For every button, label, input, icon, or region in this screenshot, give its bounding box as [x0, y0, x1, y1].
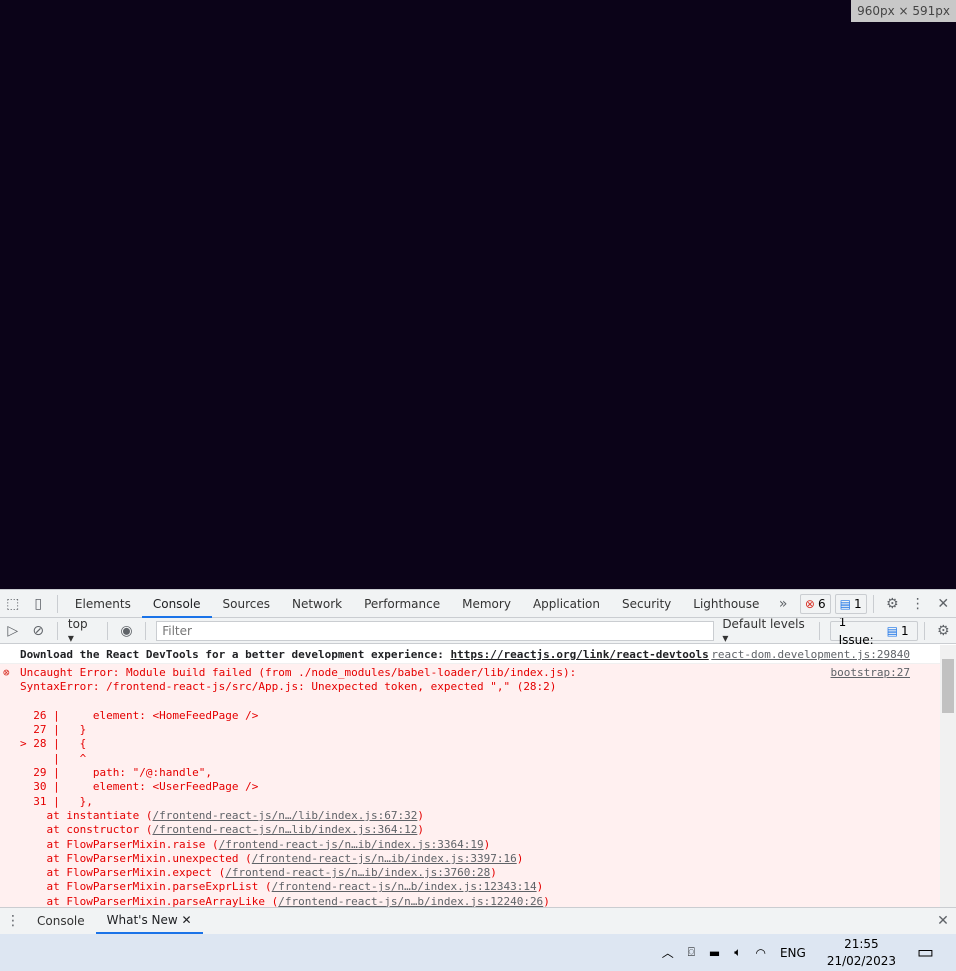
- errors-badge[interactable]: ⊗ 6: [799, 593, 831, 614]
- more-tabs-icon[interactable]: »: [770, 596, 795, 612]
- code-frame-line: [0, 695, 940, 709]
- error-line: SyntaxError: /frontend-react-js/src/App.…: [20, 680, 557, 694]
- console-toolbar: ▷ ⊘ top ▾ ◉ Default levels ▾ 1 Issue:▤1 …: [0, 615, 956, 647]
- volume-icon[interactable]: 🔈︎: [734, 945, 741, 960]
- messages-badge[interactable]: ▤ 1: [834, 593, 867, 614]
- scrollbar-thumb[interactable]: [942, 659, 954, 713]
- divider: [56, 621, 58, 640]
- log-levels-select[interactable]: Default levels ▾: [722, 617, 812, 645]
- divider: [818, 621, 820, 640]
- devtools-link[interactable]: https://reactjs.org/link/react-devtools: [450, 648, 708, 661]
- stack-frame: at FlowParserMixin.parseArrayLike (/fron…: [20, 894, 550, 907]
- tab-lighthouse[interactable]: Lighthouse: [682, 590, 770, 618]
- context-select[interactable]: top ▾: [64, 617, 101, 645]
- drawer-tab-whats-new[interactable]: What's New ✕: [95, 908, 203, 934]
- console-settings-gear-icon[interactable]: ⚙: [931, 623, 956, 639]
- error-icon: ⊗: [804, 596, 815, 611]
- stack-frame-link[interactable]: /frontend-react-js/n…lib/index.js:364:12: [152, 823, 417, 836]
- message-icon: ▤: [886, 623, 898, 638]
- gear-icon[interactable]: ⚙: [880, 596, 905, 612]
- stack-frame: at FlowParserMixin.parseExprList (/front…: [20, 880, 544, 894]
- device-toolbar-icon[interactable]: ▯: [25, 596, 50, 612]
- source-link[interactable]: bootstrap:27: [831, 666, 910, 680]
- stack-frame: at instantiate (/frontend-react-js/n…/li…: [20, 808, 424, 822]
- drawer-tab-console[interactable]: Console: [26, 907, 96, 935]
- tab-network[interactable]: Network: [281, 590, 353, 618]
- code-frame-line: 29 | path: "/@:handle",: [20, 766, 213, 780]
- tab-sources[interactable]: Sources: [212, 590, 281, 618]
- tab-security[interactable]: Security: [611, 590, 682, 618]
- tab-application[interactable]: Application: [522, 590, 611, 618]
- source-link[interactable]: react-dom.development.js:29840: [711, 645, 910, 664]
- language-indicator[interactable]: ENG: [780, 946, 806, 960]
- stack-frame-link[interactable]: /frontend-react-js/n…b/index.js:12240:26: [278, 895, 543, 907]
- filter-input[interactable]: [156, 620, 715, 641]
- divider: [145, 621, 147, 640]
- camera-icon[interactable]: ⌼: [688, 945, 695, 960]
- stack-frame: at FlowParserMixin.unexpected (/frontend…: [20, 851, 524, 865]
- stack-frame-link[interactable]: /frontend-react-js/n…ib/index.js:3760:28: [225, 866, 490, 879]
- show-hidden-icons-icon[interactable]: ︿: [662, 944, 674, 961]
- divider: [106, 621, 108, 640]
- stack-frame: at FlowParserMixin.expect (/frontend-rea…: [20, 866, 497, 880]
- code-frame-line: | ^: [20, 751, 87, 765]
- more-options-icon[interactable]: ⋮: [905, 596, 930, 612]
- close-tab-icon[interactable]: ✕: [182, 913, 192, 927]
- tab-memory[interactable]: Memory: [451, 590, 522, 618]
- stack-frame-link[interactable]: /frontend-react-js/n…b/index.js:12343:14: [272, 880, 537, 893]
- notifications-icon[interactable]: ▭: [917, 942, 934, 963]
- stack-frame-link[interactable]: /frontend-react-js/n…ib/index.js:3364:19: [219, 838, 484, 851]
- devtools-tabbar: ⬚ ▯ Elements Console Sources Network Perform…: [0, 589, 956, 618]
- stack-frame: at constructor (/frontend-react-js/n…lib…: [20, 823, 424, 837]
- clear-console-icon[interactable]: ⊘: [25, 623, 50, 639]
- divider: [872, 594, 874, 613]
- close-icon[interactable]: ✕: [931, 596, 956, 612]
- issues-button[interactable]: 1 Issue: ▤ 1: [829, 615, 918, 647]
- error-icon: ⊗: [3, 666, 10, 679]
- devtools-panel: ⬚ ▯ Elements Console Sources Network Perform…: [0, 589, 956, 934]
- error-message: ⊗ Uncaught Error: Module build failed (fr…: [0, 664, 940, 907]
- tab-performance[interactable]: Performance: [353, 590, 451, 618]
- code-frame-line: 31 | },: [20, 794, 93, 808]
- tab-elements[interactable]: Elements: [64, 590, 142, 618]
- code-frame-line: 27 | }: [20, 723, 87, 737]
- drawer-menu-icon[interactable]: ⋮: [0, 913, 26, 929]
- stack-frame-link[interactable]: /frontend-react-js/n…ib/index.js:3397:16: [252, 852, 517, 865]
- divider: [56, 594, 58, 613]
- console-scrollbar[interactable]: [940, 645, 956, 907]
- wifi-icon[interactable]: ◠: [755, 946, 765, 960]
- error-line: ⊗ Uncaught Error: Module build failed (fr…: [3, 666, 910, 680]
- tab-console[interactable]: Console: [141, 590, 212, 618]
- sidebar-toggle-icon[interactable]: ▷: [0, 623, 25, 639]
- stack-frame-link[interactable]: /frontend-react-js/n…/lib/index.js:67:32: [152, 809, 417, 822]
- divider: [923, 621, 925, 640]
- page-viewport: 960px × 591px: [0, 0, 956, 589]
- taskbar: ︿ ⌼ ▬ 🔈︎ ◠ ENG 21:55 21/02/2023 ▭: [0, 934, 956, 971]
- message-icon: ▤: [839, 596, 851, 611]
- inspect-element-icon[interactable]: ⬚: [0, 596, 25, 612]
- eye-icon[interactable]: ◉: [114, 623, 139, 639]
- clock[interactable]: 21:55 21/02/2023: [827, 936, 896, 970]
- code-frame-line: 30 | element: <UserFeedPage />: [20, 780, 259, 794]
- console-messages: Download the React DevTools for a better…: [0, 645, 940, 907]
- code-frame-line: > 28 | {: [20, 737, 87, 751]
- viewport-size-tooltip: 960px × 591px: [851, 0, 956, 22]
- drawer-tabbar: ⋮ Console What's New ✕ ✕: [0, 907, 956, 934]
- close-drawer-icon[interactable]: ✕: [930, 913, 956, 929]
- stack-frame: at FlowParserMixin.raise (/frontend-reac…: [20, 837, 491, 851]
- battery-icon[interactable]: ▬: [709, 946, 720, 960]
- code-frame-line: 26 | element: <HomeFeedPage />: [20, 708, 259, 722]
- info-message: Download the React DevTools for a better…: [0, 645, 940, 664]
